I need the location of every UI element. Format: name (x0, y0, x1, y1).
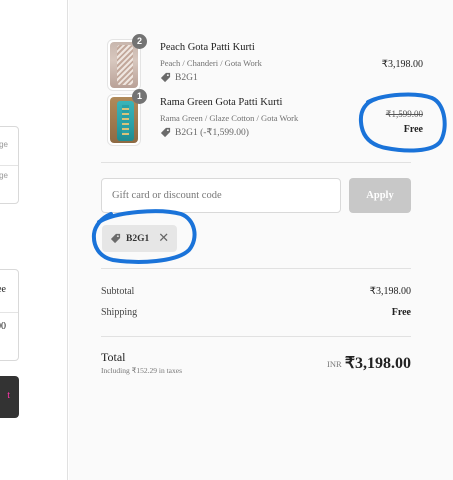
line-item: 1 Rama Green Gota Patti Kurti Rama Green… (107, 89, 423, 148)
total-label: Total (101, 350, 126, 364)
product-thumbnail: 2 (107, 34, 147, 91)
applied-discount-chip: B2G1 ✕ (102, 225, 178, 252)
tag-icon (160, 72, 171, 83)
tag-icon (160, 127, 171, 138)
shipping-label: Shipping (101, 307, 138, 318)
shipping-option-text: ge (0, 140, 8, 149)
item-price: Free (403, 124, 423, 135)
divider (101, 162, 411, 163)
shipping-value: Free (391, 307, 411, 318)
product-thumbnail: 1 (107, 89, 147, 146)
subtotal-value: ₹3,198.00 (369, 286, 411, 297)
product-image (110, 97, 138, 143)
apply-button[interactable]: Apply (349, 178, 411, 213)
payment-option-text: 00 (0, 321, 6, 332)
remove-discount-icon[interactable]: ✕ (158, 231, 169, 246)
shipping-method-box: ge ge (0, 126, 19, 204)
tag-icon (110, 233, 121, 244)
currency-code: INR (327, 359, 342, 369)
product-variant: Peach / Chanderi / Gota Work (160, 58, 262, 68)
divider (101, 268, 411, 269)
product-image (110, 42, 138, 88)
order-summary-panel: 2 Peach Gota Patti Kurti Peach / Chander… (69, 0, 453, 480)
quantity-badge: 1 (132, 89, 147, 104)
payment-option-text: ee (0, 284, 6, 295)
total-amount: ₹3,198.00 (344, 355, 411, 372)
product-variant: Rama Green / Glaze Cotton / Gota Work (160, 113, 299, 123)
continue-button-label: t (7, 390, 10, 401)
product-name: Peach Gota Patti Kurti (160, 42, 255, 53)
checkout-form-column: ge ge ee 00 t (0, 0, 68, 480)
divider (101, 336, 411, 337)
item-discount-label: B2G1 (175, 72, 198, 83)
item-discount-label: B2G1 (-₹1,599.00) (175, 128, 249, 138)
divider (0, 312, 18, 313)
divider (0, 165, 18, 166)
item-original-price: ₹1,599.00 (385, 109, 423, 119)
subtotal-label: Subtotal (101, 286, 135, 297)
quantity-badge: 2 (132, 34, 147, 49)
discount-code-input[interactable] (101, 178, 341, 213)
tax-note: Including ₹152.29 in taxes (101, 366, 183, 375)
continue-button[interactable]: t (0, 376, 19, 418)
shipping-option-text: ge (0, 171, 8, 180)
applied-discount-code: B2G1 (126, 233, 150, 244)
item-discount: B2G1 (160, 72, 198, 83)
line-item: 2 Peach Gota Patti Kurti Peach / Chander… (107, 34, 423, 93)
payment-method-box[interactable]: ee 00 (0, 269, 19, 361)
product-name: Rama Green Gota Patti Kurti (160, 97, 283, 108)
item-price: ₹3,198.00 (381, 59, 423, 70)
item-discount: B2G1 (-₹1,599.00) (160, 127, 249, 138)
